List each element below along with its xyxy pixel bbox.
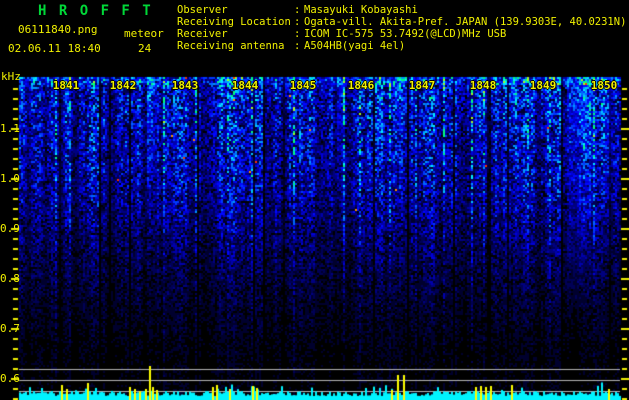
info-row-location: Receiving Location: Ogata-vill. Akita-Pre…	[177, 16, 626, 28]
y-axis-tick-label: 1.0	[0, 172, 20, 185]
info-value-location: Ogata-vill. Akita-Pref. JAPAN (139.9303E…	[304, 16, 627, 28]
info-value-receiver: ICOM IC-575 53.7492(@LCD)MHz USB	[304, 28, 507, 40]
y-axis-tick-label: 0.8	[0, 272, 20, 285]
info-label-receiver: Receiver	[177, 28, 228, 40]
y-axis-tick-label: 0.9	[0, 222, 20, 235]
time-axis-label: 1850	[590, 79, 618, 92]
info-colon: :	[294, 16, 301, 28]
info-value-antenna: A504HB(yagi 4el)	[304, 40, 406, 52]
time-axis-label: 1842	[109, 79, 137, 92]
info-label-antenna: Receiving antenna	[177, 40, 285, 52]
info-value-observer: Masayuki Kobayashi	[304, 4, 418, 16]
time-axis-label: 1845	[289, 79, 317, 92]
info-row-observer: Observer: Masayuki Kobayashi	[177, 4, 626, 16]
info-label-observer: Observer	[177, 4, 228, 16]
info-colon: :	[294, 40, 301, 52]
y-axis-tick-label: 0.7	[0, 322, 20, 335]
info-row-antenna: Receiving antenna: A504HB(yagi 4el)	[177, 40, 626, 52]
time-axis-label: 1841	[52, 79, 80, 92]
info-colon: :	[294, 4, 301, 16]
observation-mode-label: meteor	[124, 27, 164, 40]
y-axis-tick-label: 0.6	[0, 372, 20, 385]
app-title: H R O F F T	[38, 3, 153, 19]
y-axis-tick-label: 1.1	[0, 122, 20, 135]
time-axis-label: 1848	[469, 79, 497, 92]
observation-datetime: 02.06.11 18:40	[8, 42, 101, 55]
info-colon: :	[294, 28, 301, 40]
time-axis-label: 1847	[408, 79, 436, 92]
info-row-receiver: Receiver: ICOM IC-575 53.7492(@LCD)MHz US…	[177, 28, 626, 40]
station-info-block: Observer: Masayuki Kobayashi Receiving Lo…	[177, 4, 626, 52]
meteor-count-value: 24	[138, 42, 152, 55]
time-axis-label: 1849	[529, 79, 557, 92]
time-axis-label: 1846	[347, 79, 375, 92]
hrofft-screen: H R O F F T 06111840.png meteor 02.06.11…	[0, 0, 629, 400]
y-axis-unit-label: kHz	[1, 70, 21, 83]
time-axis-label: 1844	[231, 79, 259, 92]
time-axis-label: 1843	[171, 79, 199, 92]
info-label-location: Receiving Location	[177, 16, 291, 28]
output-file-name: 06111840.png	[18, 23, 98, 36]
spectrogram-canvas	[0, 0, 629, 400]
